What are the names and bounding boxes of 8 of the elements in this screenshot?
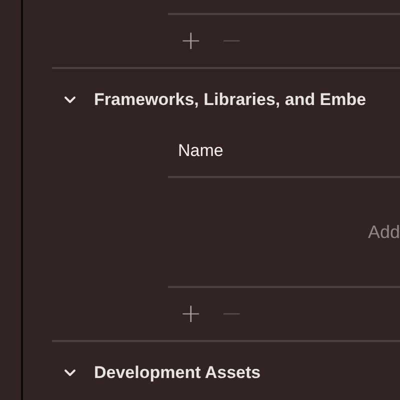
section-title: Development Assets <box>94 363 261 383</box>
empty-hint: Add <box>368 222 400 242</box>
section-title: Frameworks, Libraries, and Embe <box>94 90 366 110</box>
column-header[interactable]: Name <box>178 140 224 160</box>
list-edit-button[interactable]: + <box>180 28 202 54</box>
list-edit-button[interactable]: + <box>180 301 202 327</box>
chevron-icon[interactable] <box>64 369 76 377</box>
chevron-icon[interactable] <box>64 96 76 104</box>
